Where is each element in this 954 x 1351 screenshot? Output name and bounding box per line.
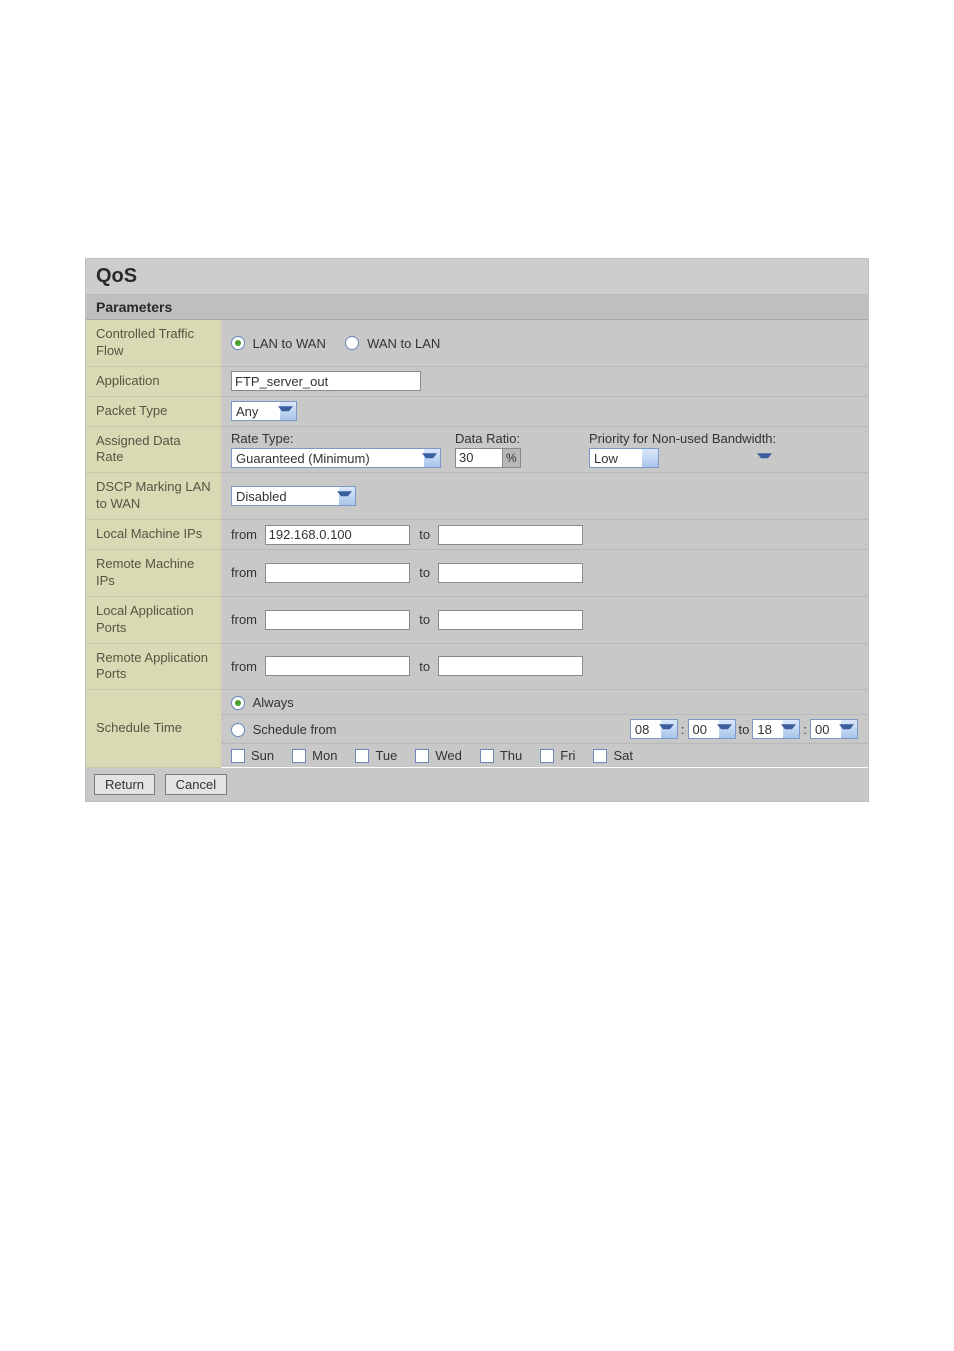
return-button[interactable]: Return bbox=[94, 774, 155, 795]
label-local-ips: Local Machine IPs bbox=[86, 520, 221, 550]
from-label-3: from bbox=[231, 612, 257, 627]
colon-2: : bbox=[803, 722, 807, 737]
label-dscp: DSCP Marking LAN to WAN bbox=[86, 473, 221, 520]
time-to-hh-select[interactable]: 18 bbox=[752, 719, 800, 739]
to-label-2: to bbox=[419, 565, 430, 580]
day-label-wed: Wed bbox=[435, 748, 462, 763]
day-label-thu: Thu bbox=[500, 748, 522, 763]
label-application: Application bbox=[86, 366, 221, 396]
to-label-3: to bbox=[419, 612, 430, 627]
colon-1: : bbox=[681, 722, 685, 737]
to-label-1: to bbox=[419, 527, 430, 542]
qos-panel: QoS Parameters Controlled Traffic Flow L… bbox=[85, 258, 869, 802]
parameters-table: Controlled Traffic Flow LAN to WAN WAN t… bbox=[86, 320, 868, 768]
chk-mon[interactable] bbox=[292, 749, 306, 763]
remote-port-from-input[interactable] bbox=[265, 656, 410, 676]
dscp-select[interactable]: Disabled bbox=[231, 486, 356, 506]
priority-label: Priority for Non-used Bandwidth: bbox=[589, 431, 776, 446]
page-title: QoS bbox=[86, 259, 868, 295]
priority-select[interactable]: Low bbox=[589, 448, 659, 468]
chk-sat[interactable] bbox=[593, 749, 607, 763]
local-ip-to-input[interactable] bbox=[438, 525, 583, 545]
from-label-2: from bbox=[231, 565, 257, 580]
day-label-sat: Sat bbox=[613, 748, 633, 763]
label-traffic-flow: Controlled Traffic Flow bbox=[86, 320, 221, 366]
time-from-mm-select[interactable]: 00 bbox=[688, 719, 736, 739]
day-label-sun: Sun bbox=[251, 748, 274, 763]
label-packet-type: Packet Type bbox=[86, 396, 221, 426]
from-label-4: from bbox=[231, 659, 257, 674]
label-assigned-rate: Assigned Data Rate bbox=[86, 426, 221, 473]
local-port-from-input[interactable] bbox=[265, 610, 410, 630]
rate-type-select[interactable]: Guaranteed (Minimum) bbox=[231, 448, 441, 468]
radio-lan-to-wan[interactable] bbox=[231, 336, 245, 350]
button-row: Return Cancel bbox=[86, 768, 868, 801]
radio-schedule-from[interactable] bbox=[231, 723, 245, 737]
remote-port-to-input[interactable] bbox=[438, 656, 583, 676]
chk-tue[interactable] bbox=[355, 749, 369, 763]
chk-fri[interactable] bbox=[540, 749, 554, 763]
label-schedule: Schedule Time bbox=[86, 690, 221, 768]
percent-label: % bbox=[503, 448, 521, 468]
day-label-fri: Fri bbox=[560, 748, 575, 763]
local-ip-from-input[interactable] bbox=[265, 525, 410, 545]
from-label-1: from bbox=[231, 527, 257, 542]
rate-type-label: Rate Type: bbox=[231, 431, 441, 446]
radio-label-always: Always bbox=[253, 695, 294, 710]
label-remote-ips: Remote Machine IPs bbox=[86, 550, 221, 597]
chk-wed[interactable] bbox=[415, 749, 429, 763]
remote-ip-to-input[interactable] bbox=[438, 563, 583, 583]
label-local-ports: Local Application Ports bbox=[86, 596, 221, 643]
chk-thu[interactable] bbox=[480, 749, 494, 763]
local-port-to-input[interactable] bbox=[438, 610, 583, 630]
radio-wan-to-lan[interactable] bbox=[345, 336, 359, 350]
to-label-4: to bbox=[419, 659, 430, 674]
cancel-button[interactable]: Cancel bbox=[165, 774, 227, 795]
data-ratio-input[interactable] bbox=[455, 448, 503, 468]
application-input[interactable] bbox=[231, 371, 421, 391]
radio-label-wan-to-lan: WAN to LAN bbox=[367, 336, 440, 351]
section-title: Parameters bbox=[86, 295, 868, 320]
data-ratio-label: Data Ratio: bbox=[455, 431, 575, 446]
day-label-mon: Mon bbox=[312, 748, 337, 763]
radio-label-lan-to-wan: LAN to WAN bbox=[253, 336, 326, 351]
day-label-tue: Tue bbox=[375, 748, 397, 763]
time-to-mm-select[interactable]: 00 bbox=[810, 719, 858, 739]
chk-sun[interactable] bbox=[231, 749, 245, 763]
remote-ip-from-input[interactable] bbox=[265, 563, 410, 583]
traffic-flow-field: LAN to WAN WAN to LAN bbox=[221, 320, 868, 366]
label-remote-ports: Remote Application Ports bbox=[86, 643, 221, 690]
time-from-hh-select[interactable]: 08 bbox=[630, 719, 678, 739]
radio-always[interactable] bbox=[231, 696, 245, 710]
time-to-label: to bbox=[739, 722, 750, 737]
radio-label-schedule: Schedule from bbox=[253, 722, 337, 737]
packet-type-select[interactable]: Any bbox=[231, 401, 297, 421]
